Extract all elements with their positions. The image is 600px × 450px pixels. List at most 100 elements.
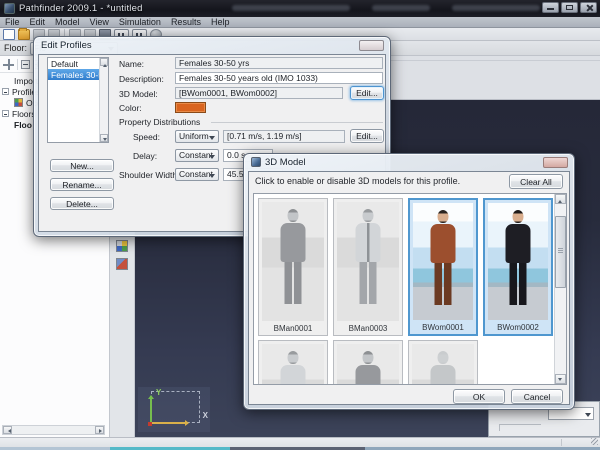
menu-model[interactable]: Model [50,17,85,27]
speed-range-field[interactable]: [0.71 m/s, 1.19 m/s] [223,130,345,143]
model-thumb-bman0001[interactable]: BMan0001 [258,198,328,336]
new-file-icon[interactable] [3,29,15,40]
y-axis-label: Y [156,388,161,397]
model-gallery: BMan0001 BMan0003 BWom0001 [253,193,567,385]
close-icon[interactable] [580,2,597,13]
3d-model-dialog: 3D Model Click to enable or disable 3D m… [243,153,575,410]
model-thumb-bwom0001-selected[interactable]: BWom0001 [408,198,478,336]
description-field[interactable]: Females 30-50 years old (IMO 1033) [175,72,383,84]
delay-distribution-value: Constant [179,150,213,160]
window-controls [542,2,597,13]
clear-all-button[interactable]: Clear All [509,174,563,189]
model-thumb-bwom0002-selected[interactable]: BWom0002 [483,198,553,336]
model-image [412,344,474,385]
model-thumb-partial[interactable] [408,340,478,385]
scroll-up-icon[interactable] [555,194,566,204]
model-thumb-partial[interactable] [258,340,328,385]
new-profile-button[interactable]: New... [50,159,114,172]
title-bar[interactable]: Pathfinder 2009.1 - *untitled [0,0,600,17]
shoulder-distribution-value: Constant [179,169,213,179]
minimize-icon[interactable] [542,2,559,13]
close-icon[interactable] [543,157,568,168]
model-image [262,344,324,385]
edit-speed-button[interactable]: Edit... [350,129,384,143]
add-obstruction-icon[interactable] [116,258,128,270]
color-label: Color: [119,103,142,113]
shoulder-width-label: Shoulder Width: [119,170,179,180]
menu-edit[interactable]: Edit [25,17,51,27]
speed-label: Speed: [133,132,160,142]
resize-grip[interactable] [591,438,598,445]
chevron-down-icon [585,413,591,420]
edit-3d-model-button[interactable]: Edit... [350,86,384,100]
scroll-up-icon[interactable] [100,58,108,66]
model-thumb-partial[interactable] [333,340,403,385]
scroll-down-icon[interactable] [555,374,566,384]
maximize-icon[interactable] [561,2,578,13]
profile-list[interactable]: Default Females 30-50 yrs [47,57,109,143]
gallery-scrollbar[interactable] [554,194,566,384]
model-image [413,203,473,320]
rename-profile-button[interactable]: Rename... [50,178,114,191]
scroll-right-icon[interactable] [95,426,104,434]
model-thumb-bman0003[interactable]: BMan0003 [333,198,403,336]
instruction-text: Click to enable or disable 3D models for… [255,176,460,186]
dialog-icon [251,157,261,167]
ok-button[interactable]: OK [453,389,505,404]
background-artifact [232,5,350,11]
dialog-title: 3D Model [265,157,306,168]
menu-file[interactable]: File [0,17,25,27]
speed-distribution-value: Uniform [179,131,209,141]
x-axis-label: X [203,411,208,420]
menu-bar: File Edit Model View Simulation Results … [0,17,600,28]
status-separator [561,439,562,446]
dialog-title-bar[interactable]: Edit Profiles [34,37,390,53]
menu-results[interactable]: Results [166,17,206,27]
scrollbar-thumb[interactable] [555,216,566,288]
origin-marker [148,422,152,426]
cancel-button[interactable]: Cancel [511,389,563,404]
sketch-artifact [499,424,541,431]
profile-color-swatch[interactable] [175,102,206,113]
scroll-down-icon[interactable] [100,134,108,142]
background-artifact [452,5,540,11]
add-occupant-icon[interactable] [116,240,128,252]
tree-item-label: Floo [14,120,32,130]
scroll-left-icon[interactable] [3,426,12,434]
status-bar [0,437,600,447]
name-field[interactable]: Females 30-50 yrs [175,57,383,69]
window-title: Pathfinder 2009.1 - *untitled [19,3,143,14]
menu-view[interactable]: View [85,17,114,27]
model-image [488,203,548,320]
speed-distribution-select[interactable]: Uniform [175,130,219,143]
delay-distribution-select[interactable]: Constant [175,149,219,162]
model-image [262,202,324,321]
dialog-title-bar[interactable]: 3D Model [244,154,574,170]
floor-label: Floor: [4,43,27,53]
shoulder-distribution-select[interactable]: Constant [175,168,219,181]
close-icon[interactable] [359,40,384,51]
menu-help[interactable]: Help [206,17,235,27]
chevron-down-icon [209,155,215,162]
model-name: BWom0002 [485,323,551,332]
3d-model-field[interactable]: [BWom0001, BWom0002] [175,87,343,99]
tree-expander-icon[interactable] [2,88,9,95]
name-label: Name: [119,59,144,69]
model-name: BWom0001 [410,323,476,332]
model-image [337,344,399,385]
tree-horizontal-scrollbar[interactable] [2,425,105,435]
background-artifact [372,5,430,11]
dialog-body: Click to enable or disable 3D models for… [248,171,570,405]
tree-expander-icon[interactable] [2,110,9,117]
menu-simulation[interactable]: Simulation [114,17,166,27]
model-name: BMan0003 [334,324,402,333]
app-icon [4,3,15,14]
section-divider [211,122,383,123]
dialog-title: Edit Profiles [41,40,92,51]
pan-icon[interactable] [3,59,14,70]
delete-profile-button[interactable]: Delete... [50,197,114,210]
delay-label: Delay: [133,151,157,161]
profile-list-scrollbar[interactable] [99,58,108,142]
open-file-icon[interactable] [18,29,30,40]
collapse-all-icon[interactable] [21,60,30,69]
